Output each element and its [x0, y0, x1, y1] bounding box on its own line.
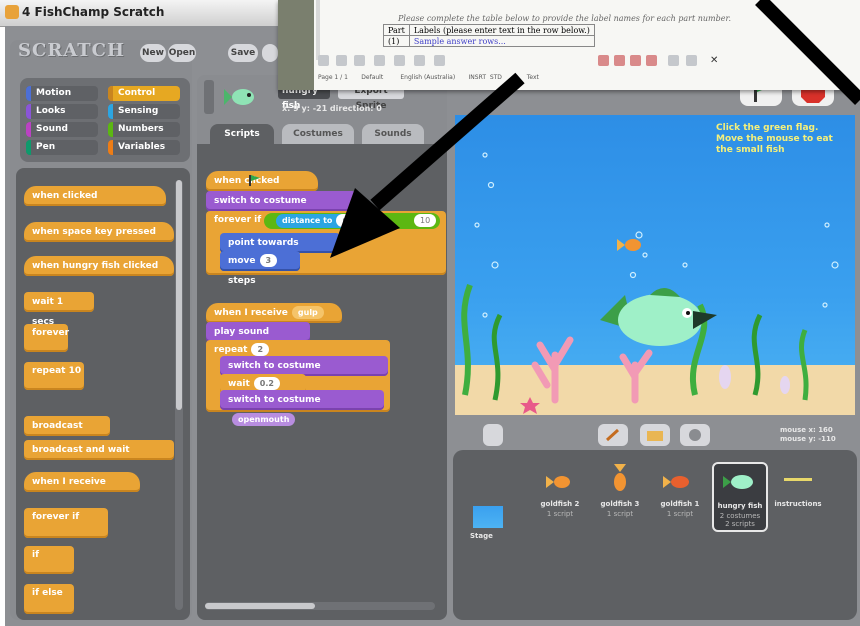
sprite-coords: x: 9 y: -21 direction: 0 — [282, 104, 382, 113]
palette-scrollbar[interactable] — [175, 180, 183, 610]
paint-new-sprite-button[interactable] — [598, 424, 628, 446]
document-overlay: Please complete the table below to provi… — [278, 0, 860, 90]
script2-play-sound[interactable]: play soundchomp — [206, 322, 310, 358]
script2-switch-openmouth[interactable]: switch to costumeopenmouth — [220, 390, 384, 426]
toolbar-icon[interactable] — [630, 55, 641, 66]
palette-forever-if[interactable]: forever if — [24, 508, 108, 538]
table-row: (1) Sample answer rows... — [383, 35, 595, 47]
document-thumbnail — [278, 0, 314, 90]
distance-to-reporter[interactable]: distance to mouse — [276, 214, 384, 228]
goldfish-icon — [546, 476, 570, 488]
goldfish-icon — [663, 476, 689, 488]
category-looks[interactable]: Looks — [26, 104, 98, 119]
palette-forever[interactable]: forever — [24, 324, 69, 352]
scripts-horizontal-scrollbar[interactable] — [205, 602, 435, 610]
surprise-sprite-button[interactable] — [680, 424, 710, 446]
stage[interactable]: Click the green flag. Move the mouse to … — [455, 115, 855, 415]
category-control[interactable]: Control — [108, 86, 180, 101]
sprite-thumbnail-icon — [224, 89, 254, 105]
text-sprite-icon — [784, 478, 812, 481]
save-button[interactable]: Save — [228, 44, 258, 62]
toolbar-icon[interactable] — [374, 55, 385, 66]
script2-when-i-receive[interactable]: when I receive gulp — [206, 303, 342, 323]
hungry-fish-icon — [723, 475, 753, 489]
sprite-hungry-fish[interactable]: hungry fish 2 costumes 2 scripts — [712, 462, 768, 532]
close-icon[interactable]: ✕ — [710, 55, 721, 66]
paintbrush-icon — [605, 428, 620, 442]
script1-move-steps[interactable]: move 3 steps — [220, 251, 300, 286]
category-variables[interactable]: Variables — [108, 140, 180, 155]
new-button[interactable]: New — [140, 44, 166, 62]
table-cell[interactable]: Sample answer rows... — [408, 35, 595, 47]
table-cell: Part — [383, 24, 410, 36]
table-row: Part Labels (please enter text in the row… — [383, 24, 595, 36]
scratch-app-icon — [5, 5, 19, 19]
table-cell: (1) — [383, 35, 410, 47]
category-numbers[interactable]: Numbers — [108, 122, 180, 137]
document-toolbar: ✕ — [318, 52, 858, 70]
palette-repeat[interactable]: repeat 10 — [24, 362, 84, 390]
document-statusbar: Page 1 / 1 Default English (Australia) I… — [318, 74, 539, 81]
toolbar-icon[interactable] — [686, 55, 697, 66]
script1-point-towards[interactable]: point towardsmouse — [220, 233, 340, 269]
toolbar-icon[interactable] — [318, 55, 329, 66]
category-sensing[interactable]: Sensing — [108, 104, 180, 119]
toolbar-icon[interactable] — [414, 55, 425, 66]
toolbar-icon[interactable] — [614, 55, 625, 66]
sprite-instructions[interactable]: instructions — [770, 462, 826, 532]
stage-instruction-note: Click the green flag. Move the mouse to … — [716, 123, 833, 155]
green-flag-icon — [249, 175, 260, 186]
palette-when-key-pressed[interactable]: when space key pressed — [24, 222, 174, 242]
palette-broadcast[interactable]: broadcast — [24, 416, 110, 436]
question-icon — [689, 429, 701, 441]
folder-star-icon — [647, 431, 663, 441]
palette-if[interactable]: if — [24, 546, 74, 574]
vertical-ruler — [316, 0, 320, 60]
toolbar-icon[interactable] — [336, 55, 347, 66]
table-cell: Labels (please enter text in the row bel… — [408, 24, 595, 36]
toolbar-icon[interactable] — [598, 55, 609, 66]
labels-table[interactable]: Part Labels (please enter text in the row… — [383, 24, 595, 47]
palette-if-else[interactable]: if else — [24, 584, 74, 614]
compare-value[interactable]: 10 — [414, 214, 437, 227]
toolbar-icon[interactable] — [668, 55, 679, 66]
window-title: 4 FishChamp Scratch — [22, 5, 165, 19]
palette-when-sprite-clicked[interactable]: when hungry fish clicked — [24, 256, 174, 276]
scratch-logo: SCRATCH — [18, 40, 125, 61]
toolbar-icon[interactable] — [354, 55, 365, 66]
palette-wait-secs[interactable]: wait 1 secs — [24, 292, 94, 327]
palette-when-i-receive[interactable]: when I receive — [24, 472, 140, 492]
category-sound[interactable]: Sound — [26, 122, 98, 137]
forever-if-label: forever if — [214, 215, 262, 225]
tab-costumes[interactable]: Costumes — [282, 124, 354, 144]
category-pen[interactable]: Pen — [26, 140, 98, 155]
repeat-label: repeat 2 — [214, 343, 270, 356]
presentation-mode-button[interactable] — [483, 424, 503, 446]
document-instruction: Please complete the table below to provi… — [398, 14, 731, 23]
script1-switch-costume[interactable]: switch to costumemouth — [206, 191, 356, 227]
category-motion[interactable]: Motion — [26, 86, 98, 101]
toolbar-icon[interactable] — [646, 55, 657, 66]
sprite-goldfish-2[interactable]: goldfish 21 script — [532, 462, 588, 532]
less-than-operator[interactable]: distance to mouse 10 — [264, 213, 440, 229]
stage-scene — [461, 152, 839, 414]
tab-sounds[interactable]: Sounds — [362, 124, 424, 144]
sprite-goldfish-1[interactable]: goldfish 11 script — [652, 462, 708, 532]
script1-when-flag-clicked[interactable]: when clicked — [206, 171, 318, 191]
script2-switch-closedmouth[interactable]: switch to costumeclosedmouth — [220, 356, 388, 392]
mouse-readout: mouse x: 160 mouse y: -110 — [780, 426, 836, 443]
share-button[interactable] — [262, 44, 278, 62]
stage-thumbnail[interactable] — [473, 506, 503, 528]
open-button[interactable]: Open — [168, 44, 196, 62]
palette-broadcast-and-wait[interactable]: broadcast and wait — [24, 440, 174, 460]
toolbar-icon[interactable] — [434, 55, 445, 66]
stage-label: Stage — [470, 532, 493, 540]
palette-when-flag-clicked[interactable]: when clicked — [24, 186, 166, 206]
goldfish-icon — [614, 464, 626, 491]
tab-scripts[interactable]: Scripts — [210, 124, 274, 144]
sprite-goldfish-3[interactable]: goldfish 31 script — [592, 462, 648, 532]
toolbar-icon[interactable] — [394, 55, 405, 66]
choose-sprite-button[interactable] — [640, 424, 670, 446]
rotation-style-buttons[interactable] — [204, 80, 214, 114]
